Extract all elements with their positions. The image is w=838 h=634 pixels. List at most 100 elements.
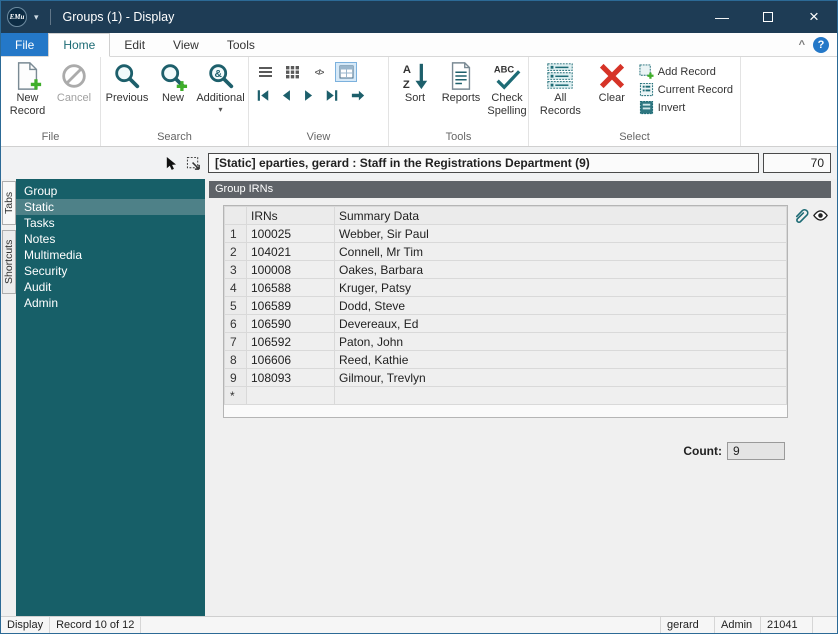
invert-label: Invert [657, 101, 686, 114]
status-user: gerard [661, 617, 715, 633]
add-record-button[interactable]: Add Record [639, 64, 733, 79]
reports-button[interactable]: Reports [438, 59, 484, 131]
group-label-file: File [41, 131, 60, 143]
ribbon-collapse-icon[interactable]: ^ [799, 39, 805, 51]
all-records-icon [547, 63, 574, 89]
goto-record-button[interactable] [351, 89, 365, 102]
search-additional-button[interactable]: & Additional ▾ [196, 59, 245, 131]
help-icon[interactable]: ? [813, 36, 829, 53]
table-row-new[interactable]: * [224, 386, 787, 405]
tab-file[interactable]: File [1, 33, 49, 56]
list-view-button[interactable] [255, 63, 275, 81]
close-button[interactable]: × [791, 1, 837, 33]
invert-icon [639, 100, 653, 115]
titlebar: EMu ▾ Groups (1) - Display — × [1, 1, 837, 33]
row-number: 2 [224, 242, 247, 261]
current-record-icon [639, 82, 653, 97]
sidebar-item-notes[interactable]: Notes [16, 231, 205, 247]
sidebar-item-audit[interactable]: Audit [16, 279, 205, 295]
summary-cell: Gilmour, Trevlyn [334, 368, 787, 387]
grid-side-buttons [792, 205, 831, 224]
sort-icon: A Z [403, 63, 428, 91]
sort-label: Sort [404, 92, 426, 104]
table-row[interactable]: 9 108093 Gilmour, Trevlyn [224, 368, 787, 387]
status-mode: Display [1, 617, 51, 633]
reports-icon [451, 62, 471, 90]
row-number: 8 [224, 350, 247, 369]
table-row[interactable]: 2 104021 Connell, Mr Tim [224, 242, 787, 261]
attachment-icon[interactable] [792, 207, 809, 224]
add-record-label: Add Record [657, 65, 716, 78]
status-id: 21041 [761, 617, 813, 633]
tab-edit[interactable]: Edit [110, 33, 159, 56]
cancel-button[interactable]: Cancel [51, 59, 97, 131]
sidebar-item-group[interactable]: Group [16, 183, 205, 199]
table-row[interactable]: 3 100008 Oakes, Barbara [224, 260, 787, 279]
status-spacer [141, 617, 661, 633]
irn-cell: 106590 [246, 314, 335, 333]
last-record-button[interactable] [325, 89, 339, 102]
irn-grid: IRNs Summary Data 1 100025 Webber, Sir P… [223, 205, 788, 418]
tab-view[interactable]: View [159, 33, 213, 56]
ribbon-group-view: </> View [249, 57, 389, 146]
sidebar-item-admin[interactable]: Admin [16, 295, 205, 311]
summary-cell: Paton, John [334, 332, 787, 351]
view-attachment-eye-icon[interactable] [812, 207, 829, 224]
minimize-button[interactable]: — [699, 1, 745, 33]
sidebar-item-security[interactable]: Security [16, 263, 205, 279]
current-record-button[interactable]: Current Record [639, 82, 733, 97]
maximize-button[interactable] [745, 1, 791, 33]
next-record-button[interactable] [302, 89, 316, 102]
vertical-tab-tabs[interactable]: Tabs [1, 181, 16, 225]
summary-cell: Connell, Mr Tim [334, 242, 787, 261]
row-number: 9 [224, 368, 247, 387]
minimize-icon: — [715, 9, 729, 25]
context-tools [1, 156, 208, 171]
sidebar-item-tasks[interactable]: Tasks [16, 215, 205, 231]
select-marquee-icon[interactable] [186, 156, 201, 171]
code-view-button[interactable]: </> [309, 63, 329, 81]
panel-title: Group IRNs [209, 181, 831, 198]
column-header-irns[interactable]: IRNs [246, 206, 335, 225]
sort-button[interactable]: A Z Sort [392, 59, 438, 131]
status-role: Admin [715, 617, 761, 633]
tab-tools[interactable]: Tools [213, 33, 269, 56]
summary-cell: Devereaux, Ed [334, 314, 787, 333]
clear-button[interactable]: Clear [589, 59, 635, 131]
maximize-icon [763, 12, 773, 22]
view-mode-buttons: </> [255, 62, 382, 82]
new-record-label: New Record [9, 92, 46, 117]
previous-record-button[interactable] [279, 89, 293, 102]
table-row[interactable]: 1 100025 Webber, Sir Paul [224, 224, 787, 243]
page-view-button[interactable] [335, 62, 357, 82]
sidebar-item-static[interactable]: Static [16, 199, 205, 215]
table-row[interactable]: 4 106588 Kruger, Patsy [224, 278, 787, 297]
table-row[interactable]: 7 106592 Paton, John [224, 332, 787, 351]
status-end [813, 617, 837, 633]
row-number: 3 [224, 260, 247, 279]
invert-button[interactable]: Invert [639, 100, 733, 115]
titlebar-dropdown-icon[interactable]: ▾ [31, 12, 42, 23]
sidebar-item-multimedia[interactable]: Multimedia [16, 247, 205, 263]
vertical-tab-shortcuts[interactable]: Shortcuts [1, 230, 16, 294]
column-header-summary[interactable]: Summary Data [334, 206, 787, 225]
first-record-button[interactable] [256, 89, 270, 102]
search-new-button[interactable]: New [150, 59, 196, 131]
group-label-select: Select [619, 131, 650, 143]
check-spelling-button[interactable]: ABC Check Spelling [484, 59, 530, 131]
table-row[interactable]: 8 106606 Reed, Kathie [224, 350, 787, 369]
grid-view-button[interactable] [282, 63, 302, 81]
count-row: Count: 9 [209, 442, 785, 460]
search-previous-icon [115, 64, 140, 89]
tab-home[interactable]: Home [48, 33, 111, 57]
all-records-button[interactable]: All Records [532, 59, 589, 131]
new-record-button[interactable]: New Record [4, 59, 51, 131]
table-row[interactable]: 6 106590 Devereaux, Ed [224, 314, 787, 333]
pointer-icon[interactable] [164, 156, 179, 171]
svg-text:Z: Z [403, 79, 410, 91]
add-record-icon [639, 64, 654, 79]
row-number: 6 [224, 314, 247, 333]
count-field: 9 [727, 442, 785, 460]
table-row[interactable]: 5 106589 Dodd, Steve [224, 296, 787, 315]
search-previous-button[interactable]: Previous [104, 59, 150, 131]
